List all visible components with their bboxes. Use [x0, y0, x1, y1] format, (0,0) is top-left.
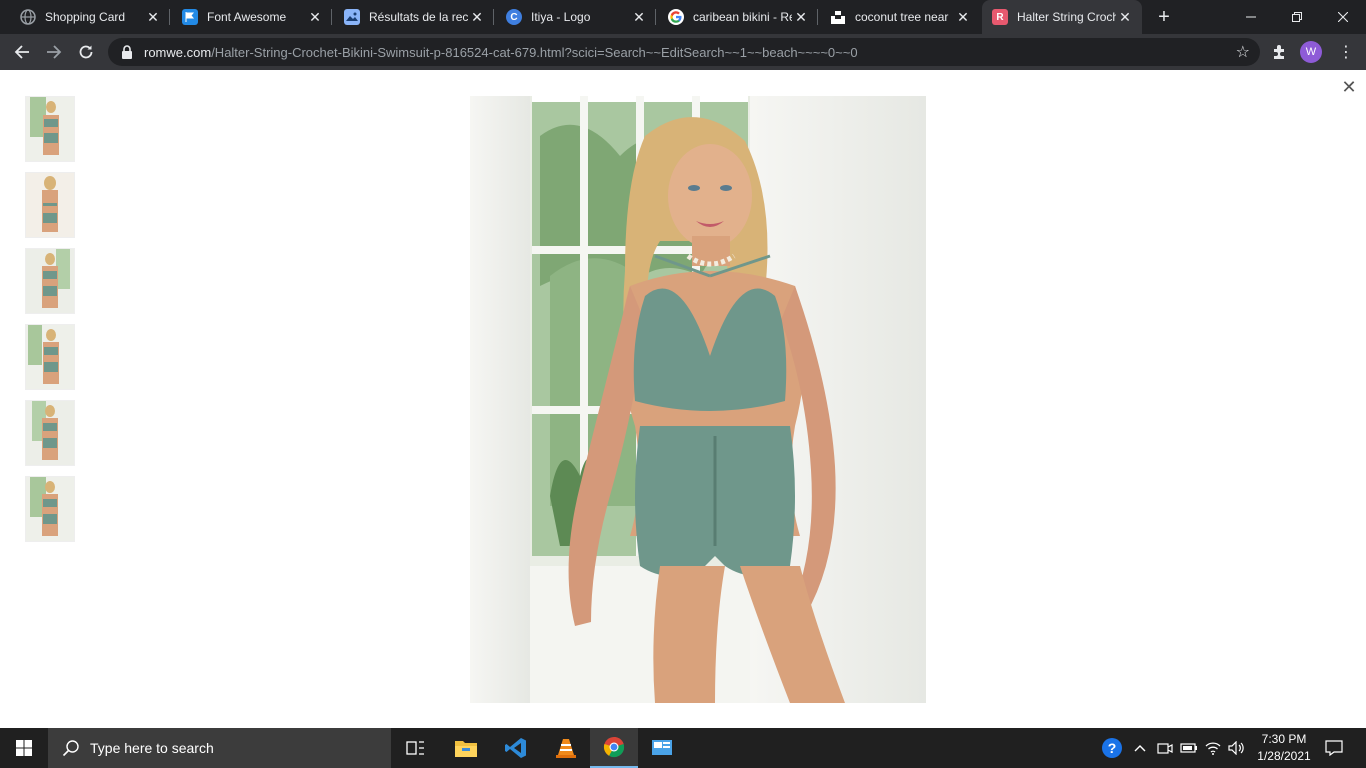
- profile-avatar[interactable]: W: [1300, 41, 1322, 63]
- tab-title: coconut tree near: [855, 10, 949, 24]
- close-tab-icon[interactable]: ✕: [792, 8, 810, 26]
- tab-title: Halter String Croch: [1017, 10, 1116, 24]
- volume-icon[interactable]: [1226, 728, 1248, 768]
- windows-start-icon[interactable]: [0, 728, 48, 768]
- control-panel-icon[interactable]: [638, 728, 686, 768]
- extensions-icon[interactable]: [1268, 38, 1292, 66]
- thumbnail-6[interactable]: [25, 476, 75, 542]
- photo-icon: [344, 9, 360, 25]
- forward-icon[interactable]: [40, 38, 68, 66]
- globe-icon: [20, 9, 36, 25]
- restore-icon[interactable]: [1274, 0, 1320, 34]
- minimize-icon[interactable]: [1228, 0, 1274, 34]
- wifi-icon[interactable]: [1202, 728, 1224, 768]
- taskbar-search-box[interactable]: Type here to search: [48, 728, 391, 768]
- unsplash-icon: [830, 9, 846, 25]
- clock-time: 7:30 PM: [1261, 732, 1307, 746]
- chevron-up-icon[interactable]: [1128, 728, 1152, 768]
- close-window-icon[interactable]: [1320, 0, 1366, 34]
- chrome-taskbar-icon[interactable]: [590, 728, 638, 768]
- thumbnail-2[interactable]: [25, 172, 75, 238]
- thumbnail-1[interactable]: [25, 96, 75, 162]
- svg-text:?: ?: [1108, 740, 1117, 756]
- clock-date: 1/28/2021: [1257, 749, 1311, 763]
- close-tab-icon[interactable]: ✕: [630, 8, 648, 26]
- tab-title: Shopping Card: [45, 10, 126, 24]
- search-placeholder: Type here to search: [90, 740, 214, 756]
- task-view-icon[interactable]: [392, 728, 440, 768]
- close-tab-icon[interactable]: ✕: [954, 8, 972, 26]
- thumbnail-list: [25, 96, 75, 552]
- tab-title: Itiya - Logo: [531, 10, 591, 24]
- new-tab-icon[interactable]: +: [1152, 5, 1176, 29]
- close-tab-icon[interactable]: ✕: [144, 8, 162, 26]
- google-icon: [668, 9, 684, 25]
- battery-icon[interactable]: [1178, 728, 1200, 768]
- tab-caribean-bikini[interactable]: caribean bikini - Re ✕: [648, 0, 818, 34]
- close-tab-icon[interactable]: ✕: [306, 8, 324, 26]
- meet-now-icon[interactable]: [1154, 728, 1176, 768]
- flag-icon: [182, 9, 198, 25]
- canva-icon: C: [506, 9, 522, 25]
- close-tab-icon[interactable]: ✕: [468, 8, 486, 26]
- search-icon: [62, 740, 79, 757]
- system-clock[interactable]: 7:30 PM 1/28/2021: [1252, 731, 1316, 765]
- tab-halter-string[interactable]: R Halter String Croch ✕: [982, 0, 1142, 34]
- vlc-icon[interactable]: [542, 728, 590, 768]
- back-icon[interactable]: [8, 38, 36, 66]
- product-image-viewer: ✕: [0, 70, 1366, 728]
- tab-resultats[interactable]: Résultats de la rech ✕: [324, 0, 494, 34]
- romwe-icon: R: [992, 9, 1008, 25]
- vscode-icon[interactable]: [492, 728, 540, 768]
- reload-icon[interactable]: [72, 38, 100, 66]
- url-text: romwe.com/Halter-String-Crochet-Bikini-S…: [144, 45, 858, 60]
- tab-title: Résultats de la rech: [369, 10, 468, 24]
- file-explorer-icon[interactable]: [442, 728, 490, 768]
- url-host: romwe.com: [144, 44, 212, 60]
- close-tab-icon[interactable]: ✕: [1116, 8, 1134, 26]
- tab-font-awesome[interactable]: Font Awesome ✕: [162, 0, 332, 34]
- more-menu-icon[interactable]: ⋮: [1334, 38, 1358, 66]
- address-bar[interactable]: romwe.com/Halter-String-Crochet-Bikini-S…: [108, 38, 1260, 66]
- tab-coconut-tree[interactable]: coconut tree near ✕: [810, 0, 980, 34]
- close-viewer-icon[interactable]: ✕: [1341, 78, 1357, 96]
- thumbnail-4[interactable]: [25, 324, 75, 390]
- notifications-icon[interactable]: [1320, 728, 1348, 768]
- product-main-image: [470, 96, 926, 703]
- tab-title: caribean bikini - Re: [693, 10, 792, 24]
- browser-toolbar: romwe.com/Halter-String-Crochet-Bikini-S…: [0, 34, 1366, 70]
- tab-itiya-logo[interactable]: C Itiya - Logo ✕: [486, 0, 656, 34]
- url-path: /Halter-String-Crochet-Bikini-Swimsuit-p…: [211, 44, 858, 60]
- help-icon[interactable]: ?: [1098, 728, 1126, 768]
- tab-title: Font Awesome: [207, 10, 287, 24]
- thumbnail-5[interactable]: [25, 400, 75, 466]
- thumbnail-3[interactable]: [25, 248, 75, 314]
- lock-icon: [122, 45, 132, 59]
- bookmark-star-icon[interactable]: ☆: [1236, 42, 1250, 62]
- tab-strip: Shopping Card ✕ Font Awesome ✕ Résultats…: [0, 0, 1366, 34]
- tab-shopping-card[interactable]: Shopping Card ✕: [0, 0, 170, 34]
- windows-taskbar: Type here to search ? 7:30 PM 1/28/2021: [0, 728, 1366, 768]
